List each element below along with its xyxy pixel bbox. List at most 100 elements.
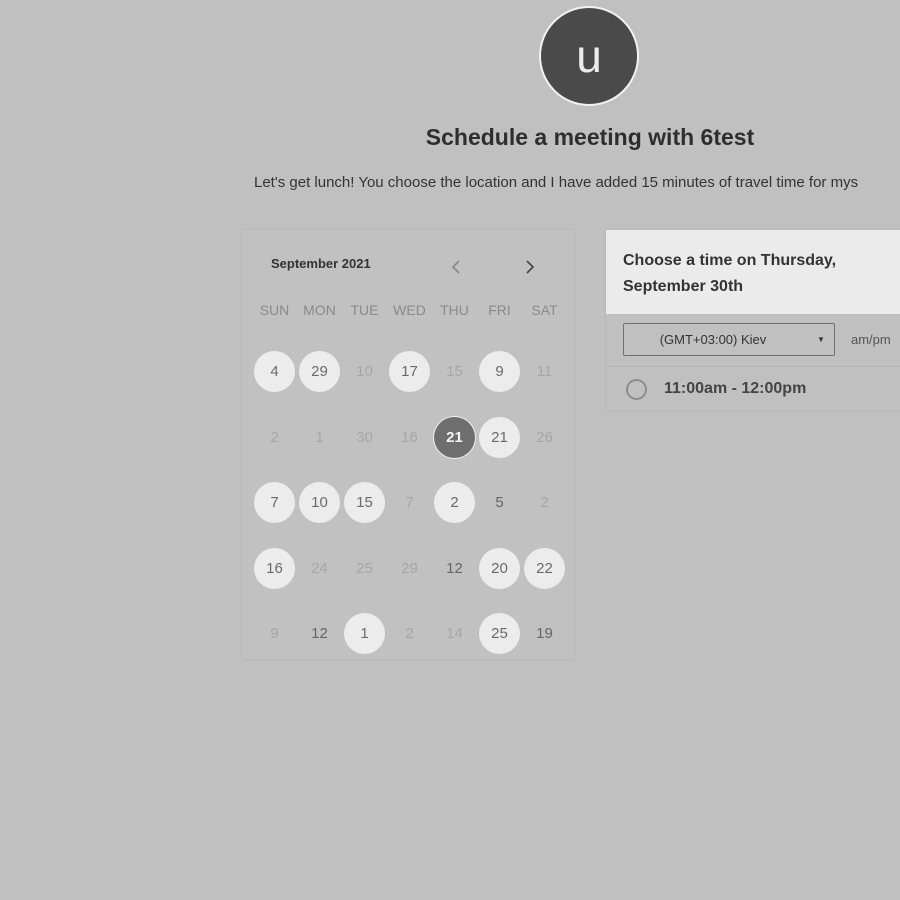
calendar-day[interactable]: 17	[387, 339, 432, 405]
weekday-header: SUN MON TUE WED THU FRI SAT	[252, 302, 567, 318]
calendar-day-number: 1	[315, 428, 324, 446]
calendar-day-number: 24	[311, 559, 328, 577]
calendar-day-number: 15	[446, 363, 463, 381]
calendar-day-number: 20	[479, 547, 520, 589]
timezone-value: (GMT+03:00) Kiev	[659, 332, 767, 347]
weekday-label: THU	[440, 302, 469, 318]
calendar-day: 10	[342, 339, 387, 405]
calendar-day: 9	[252, 601, 297, 667]
calendar-day-number: 1	[344, 613, 385, 655]
prev-month-button[interactable]	[444, 255, 468, 279]
time-slot-option[interactable]: 11:00am - 12:00pm	[626, 376, 806, 402]
page-title: Schedule a meeting with 6test	[425, 124, 755, 150]
calendar-day-number: 9	[270, 625, 279, 643]
calendar-day-number: 12	[446, 559, 463, 577]
weekday-label: WED	[393, 302, 426, 318]
calendar-day: 12	[432, 536, 477, 602]
radio-button[interactable]	[626, 378, 647, 400]
calendar-day: 2	[522, 470, 567, 536]
calendar-day[interactable]: 22	[522, 536, 567, 602]
time-format-toggle[interactable]: am/pm	[851, 332, 891, 347]
calendar-day: 1	[297, 405, 342, 471]
calendar-day: 2	[387, 601, 432, 667]
calendar-day-number: 26	[536, 428, 553, 446]
calendar-day-number: 12	[311, 625, 328, 643]
calendar-day-number: 19	[536, 625, 553, 643]
calendar-day-number: 10	[299, 482, 340, 524]
weekday-label: SUN	[259, 302, 290, 318]
calendar-day-selected[interactable]: 21	[432, 405, 477, 471]
calendar-day-number: 21	[434, 416, 475, 458]
caret-down-icon: ▼	[817, 335, 825, 344]
calendar-day[interactable]: 4	[252, 339, 297, 405]
calendar-day: 26	[522, 405, 567, 471]
calendar-day: 5	[477, 470, 522, 536]
calendar-day-number: 15	[344, 482, 385, 524]
calendar-day-number: 11	[536, 363, 553, 381]
calendar-day: 2	[252, 405, 297, 471]
calendar-day: 29	[387, 536, 432, 602]
calendar-day[interactable]: 16	[252, 536, 297, 602]
calendar-day[interactable]: 7	[252, 470, 297, 536]
calendar-day: 7	[387, 470, 432, 536]
calendar-day[interactable]: 15	[342, 470, 387, 536]
time-heading-date: September 30th	[623, 278, 744, 295]
calendar-day-number: 2	[270, 428, 279, 446]
calendar-day: 30	[342, 405, 387, 471]
calendar-day: 14	[432, 601, 477, 667]
calendar-day-number: 25	[356, 559, 373, 577]
calendar-panel: September 2021 SUN MON TUE WED THU FRI S…	[241, 229, 575, 660]
calendar-day[interactable]: 29	[297, 339, 342, 405]
calendar-day: 15	[432, 339, 477, 405]
host-avatar: u	[539, 6, 639, 106]
timezone-select[interactable]: (GMT+03:00) Kiev ▼	[623, 323, 835, 356]
calendar-day-number: 30	[356, 428, 373, 446]
calendar-week-row: 9 12 1 2 14 25 19	[252, 601, 567, 667]
weekday-label: SAT	[531, 302, 558, 318]
calendar-day[interactable]: 10	[297, 470, 342, 536]
time-slot-label: 11:00am - 12:00pm	[664, 380, 807, 397]
calendar-day-number: 4	[254, 351, 295, 393]
calendar-day-number: 29	[299, 351, 340, 393]
calendar-day-number: 21	[479, 416, 520, 458]
weekday-label: TUE	[350, 302, 379, 318]
time-heading-line: Choose a time on Thursday,	[623, 252, 837, 269]
calendar-day-number: 10	[356, 363, 373, 381]
calendar-day-number: 7	[405, 494, 414, 512]
calendar-day: 12	[297, 601, 342, 667]
calendar-day-number: 29	[401, 559, 418, 577]
calendar-week-row: 4 29 10 17 15 9 11	[252, 339, 567, 405]
calendar-day-number: 17	[389, 351, 430, 393]
calendar-grid: 4 29 10 17 15 9 11 2 1 30 16 21 21 26 7 10 15 7 2 5 2 16 24 25 2…	[252, 339, 567, 667]
next-month-button[interactable]	[518, 255, 542, 279]
calendar-day: 25	[342, 536, 387, 602]
calendar-day-number: 5	[495, 494, 504, 512]
weekday-label: FRI	[488, 302, 511, 318]
calendar-day-number: 9	[479, 351, 520, 393]
calendar-day-number: 2	[434, 482, 475, 524]
calendar-day-number: 25	[479, 613, 520, 655]
calendar-day[interactable]: 21	[477, 405, 522, 471]
calendar-day-number: 7	[254, 482, 295, 524]
calendar-day-number: 14	[446, 625, 463, 643]
calendar-day-number: 16	[254, 547, 295, 589]
calendar-day: 11	[522, 339, 567, 405]
calendar-week-row: 16 24 25 29 12 20 22	[252, 536, 567, 602]
chevron-left-icon	[451, 260, 460, 274]
time-panel-heading: Choose a time on Thursday, September 30t…	[606, 230, 900, 314]
calendar-day-number: 2	[405, 625, 414, 643]
divider	[606, 366, 900, 367]
calendar-day[interactable]: 2	[432, 470, 477, 536]
calendar-month-label: September 2021	[271, 256, 371, 271]
calendar-day-number: 22	[524, 547, 565, 589]
calendar-day-number: 2	[540, 494, 549, 512]
chevron-right-icon	[526, 260, 535, 274]
calendar-day[interactable]: 20	[477, 536, 522, 602]
calendar-day-number: 16	[401, 428, 418, 446]
calendar-day[interactable]: 1	[342, 601, 387, 667]
calendar-day: 19	[522, 601, 567, 667]
event-description: Let's get lunch! You choose the location…	[254, 174, 859, 191]
calendar-day: 24	[297, 536, 342, 602]
calendar-day[interactable]: 25	[477, 601, 522, 667]
calendar-day[interactable]: 9	[477, 339, 522, 405]
